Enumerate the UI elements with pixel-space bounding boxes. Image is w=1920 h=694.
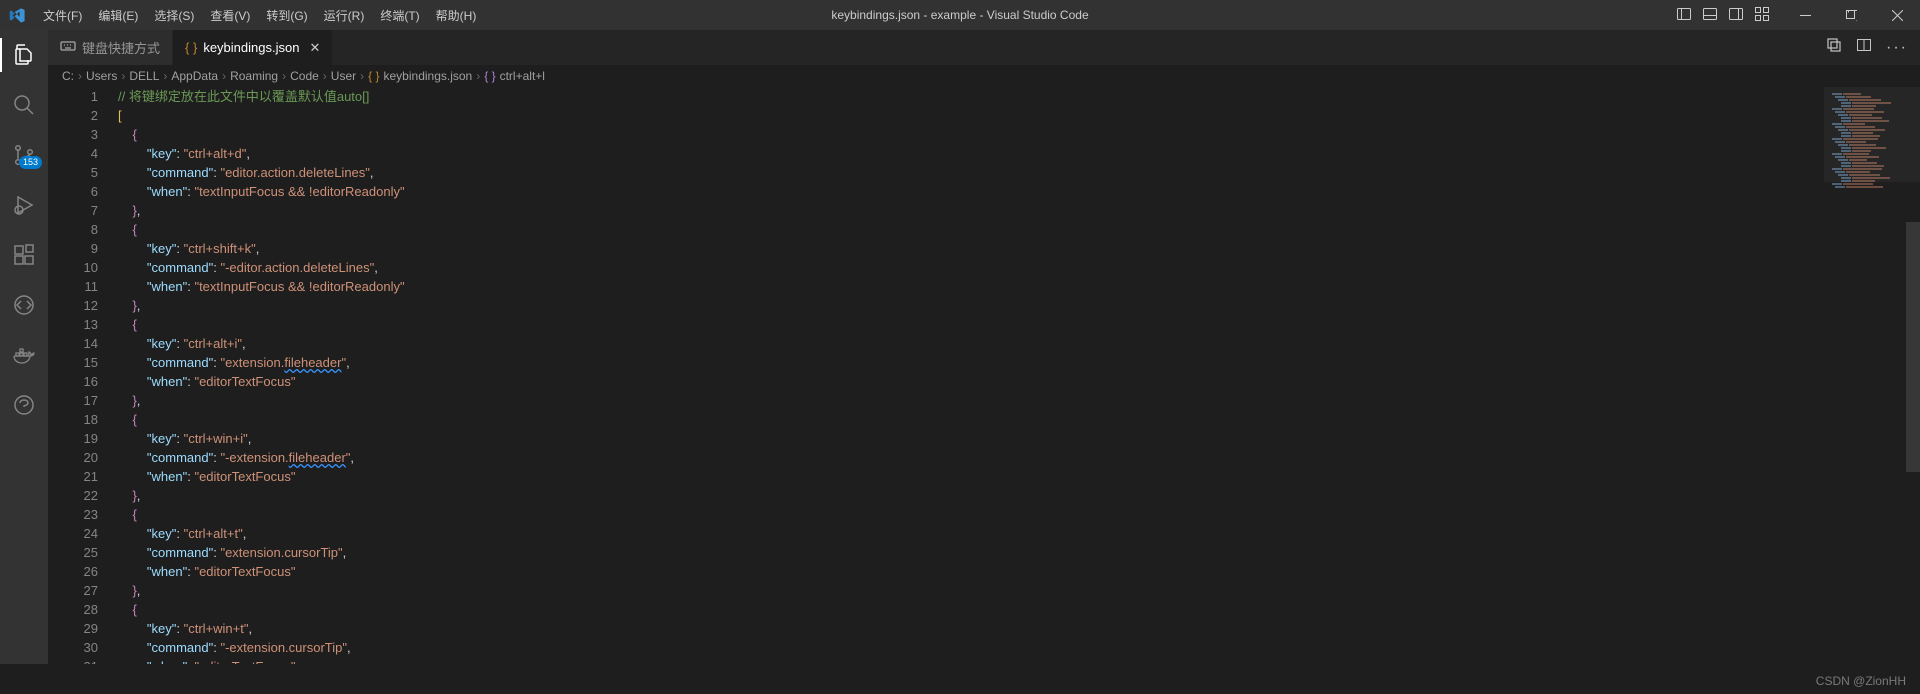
toggle-panel-icon[interactable] [1702, 6, 1718, 25]
breadcrumb-item[interactable]: C: [62, 69, 74, 83]
titlebar: 文件(F) 编辑(E) 选择(S) 查看(V) 转到(G) 运行(R) 终端(T… [0, 0, 1920, 30]
menu-select[interactable]: 选择(S) [146, 7, 202, 24]
scm-badge: 153 [19, 156, 42, 169]
activity-bar: 153 [0, 30, 48, 664]
tab-keyboard-shortcuts[interactable]: 键盘快捷方式 [48, 30, 173, 65]
source-control-icon[interactable]: 153 [0, 138, 48, 172]
breadcrumb-item[interactable]: Users [86, 69, 117, 83]
toggle-secondary-sidebar-icon[interactable] [1728, 6, 1744, 25]
editor-area: 键盘快捷方式 { } keybindings.json ✕ ··· C:› Us… [48, 30, 1920, 664]
explorer-icon[interactable] [0, 38, 48, 72]
menu-file[interactable]: 文件(F) [35, 7, 90, 24]
close-icon[interactable]: ✕ [309, 40, 320, 56]
symbol-icon: { } [484, 69, 495, 83]
window-title: keybindings.json - example - Visual Stud… [831, 8, 1088, 22]
json-file-icon: { } [185, 40, 197, 55]
remote-icon[interactable] [0, 288, 48, 322]
customize-layout-icon[interactable] [1754, 6, 1770, 25]
chat-icon[interactable] [0, 388, 48, 422]
watermark: CSDN @ZionHH [1816, 674, 1906, 688]
vscode-logo-icon [0, 7, 35, 24]
json-file-icon: { } [368, 69, 379, 83]
breadcrumb-item[interactable]: User [331, 69, 356, 83]
window-minimize-icon[interactable] [1782, 0, 1828, 30]
tab-label: keybindings.json [203, 40, 299, 55]
menu-terminal[interactable]: 终端(T) [372, 7, 427, 24]
code-editor[interactable]: // 将键绑定放在此文件中以覆盖默认值auto[][ { "key": "ctr… [118, 87, 1824, 664]
extensions-icon[interactable] [0, 238, 48, 272]
menu-help[interactable]: 帮助(H) [428, 7, 485, 24]
menu-bar: 文件(F) 编辑(E) 选择(S) 查看(V) 转到(G) 运行(R) 终端(T… [35, 7, 484, 24]
run-debug-icon[interactable] [0, 188, 48, 222]
window-close-icon[interactable] [1874, 0, 1920, 30]
menu-run[interactable]: 运行(R) [316, 7, 373, 24]
tab-keybindings-json[interactable]: { } keybindings.json ✕ [173, 30, 333, 65]
breadcrumb-item[interactable]: ctrl+alt+l [500, 69, 545, 83]
toggle-primary-sidebar-icon[interactable] [1676, 6, 1692, 25]
line-number-gutter: 1234567891011121314151617181920212223242… [48, 87, 118, 664]
editor-tabs: 键盘快捷方式 { } keybindings.json ✕ ··· [48, 30, 1920, 65]
scrollbar-thumb[interactable] [1906, 222, 1920, 472]
breadcrumb-item[interactable]: keybindings.json [384, 69, 473, 83]
menu-edit[interactable]: 编辑(E) [90, 7, 146, 24]
breadcrumb-item[interactable]: DELL [129, 69, 159, 83]
docker-icon[interactable] [0, 338, 48, 372]
keyboard-icon [60, 38, 76, 57]
more-actions-icon[interactable]: ··· [1886, 39, 1908, 57]
split-editor-icon[interactable] [1856, 37, 1872, 58]
breadcrumb-item[interactable]: Roaming [230, 69, 278, 83]
tab-label: 键盘快捷方式 [82, 38, 160, 57]
search-icon[interactable] [0, 88, 48, 122]
menu-view[interactable]: 查看(V) [202, 7, 258, 24]
run-tab-action-icon[interactable] [1826, 37, 1842, 58]
menu-go[interactable]: 转到(G) [258, 7, 315, 24]
breadcrumbs[interactable]: C:› Users› DELL› AppData› Roaming› Code›… [48, 65, 1920, 87]
breadcrumb-item[interactable]: AppData [171, 69, 218, 83]
window-maximize-icon[interactable] [1828, 0, 1874, 30]
scrollbar-track[interactable] [1906, 87, 1920, 664]
breadcrumb-item[interactable]: Code [290, 69, 319, 83]
